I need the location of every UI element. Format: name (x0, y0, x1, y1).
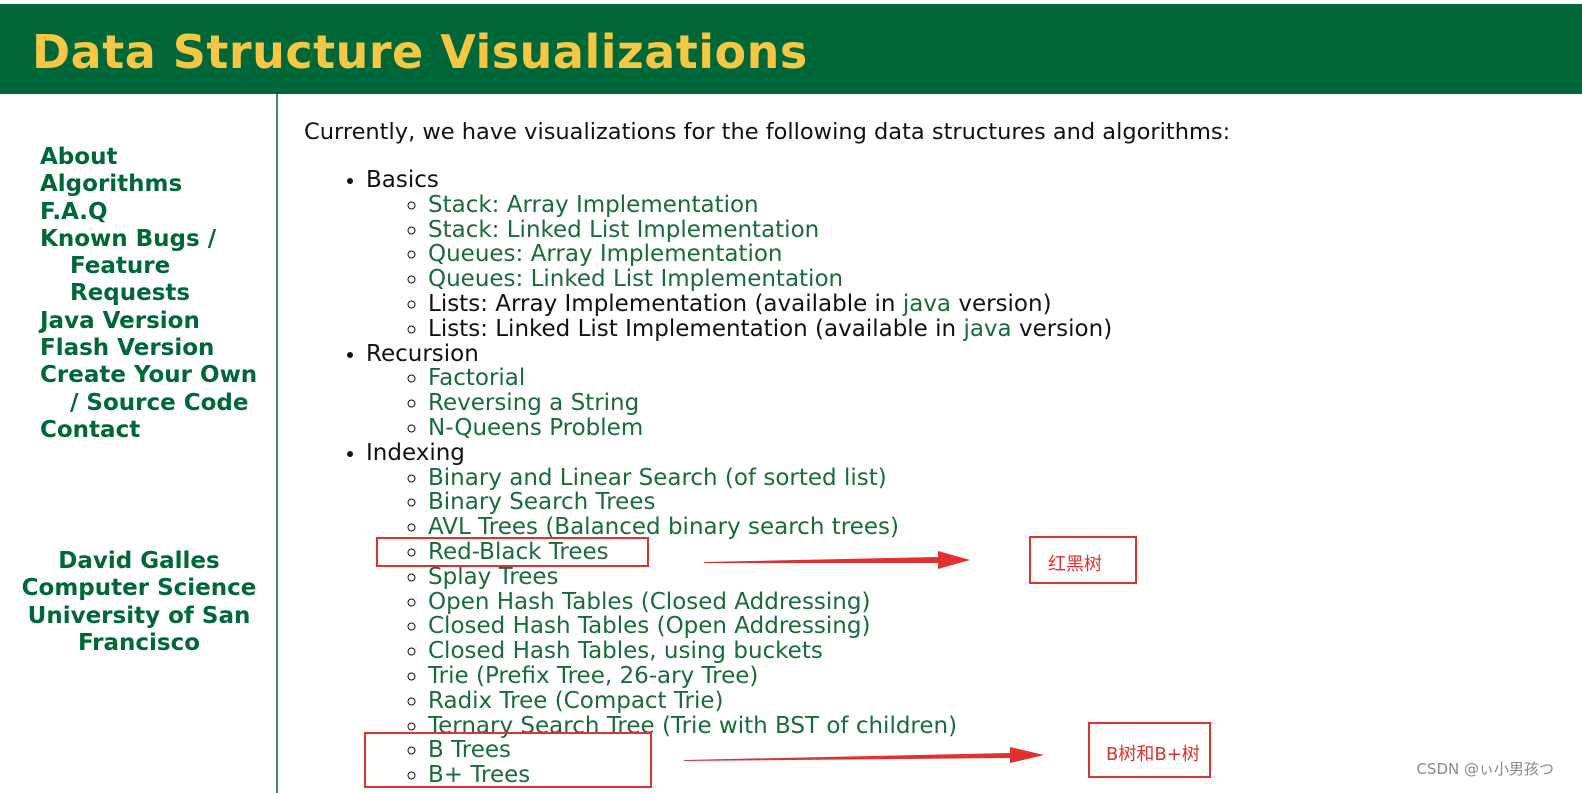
sidebar-item-flash-version[interactable]: Flash Version (40, 335, 270, 362)
link-bst[interactable]: Binary Search Trees (428, 489, 655, 515)
list-item[interactable]: Queues: Array Implementation (428, 242, 1112, 267)
list-item[interactable]: Stack: Linked List Implementation (428, 217, 1112, 243)
sidebar-item-algorithms[interactable]: Algorithms (40, 171, 270, 198)
link-stack-array[interactable]: Stack: Array Implementation (428, 192, 759, 218)
link-trie[interactable]: Trie (Prefix Tree, 26-ary Tree) (428, 663, 758, 689)
java-link[interactable]: java (903, 291, 951, 317)
annotation-box-red-black: 红黑树 (1029, 536, 1137, 584)
link-closed-hash-buckets[interactable]: Closed Hash Tables, using buckets (428, 638, 823, 664)
sidebar-item-contact[interactable]: Contact (40, 417, 270, 444)
recursion-list: Factorial Reversing a String N-Queens Pr… (366, 366, 1112, 440)
watermark: CSDN @ぃ小男孩つ (1416, 760, 1554, 778)
list-item[interactable]: Closed Hash Tables, using buckets (428, 639, 1112, 664)
category-list: Basics Stack: Array Implementation Stack… (304, 168, 1112, 788)
list-item[interactable]: Stack: Array Implementation (428, 192, 1112, 218)
highlight-box-b-trees (364, 732, 652, 788)
link-radix-tree[interactable]: Radix Tree (Compact Trie) (428, 688, 724, 714)
list-item[interactable]: Queues: Linked List Implementation (428, 267, 1112, 292)
author-info: David Galles Computer Science University… (0, 548, 278, 657)
sidebar-item-create-your-own[interactable]: Create Your Own / Source Code (40, 362, 270, 417)
link-splay[interactable]: Splay Trees (428, 564, 559, 590)
link-binary-linear-search[interactable]: Binary and Linear Search (of sorted list… (428, 465, 887, 491)
sidebar-nav: About Algorithms F.A.Q Known Bugs / Feat… (40, 144, 270, 444)
sidebar-item-about[interactable]: About (40, 144, 270, 171)
sidebar-item-known-bugs[interactable]: Known Bugs / Feature Requests (40, 226, 270, 308)
java-link[interactable]: java (963, 316, 1011, 342)
arrow-icon (684, 747, 1044, 763)
link-queue-linked[interactable]: Queues: Linked List Implementation (428, 266, 843, 292)
page-title: Data Structure Visualizations (32, 25, 808, 79)
list-item[interactable]: N-Queens Problem (428, 416, 1112, 441)
link-n-queens[interactable]: N-Queens Problem (428, 415, 643, 441)
sidebar-item-java-version[interactable]: Java Version (40, 308, 270, 335)
list-item[interactable]: Closed Hash Tables (Open Addressing) (428, 614, 1112, 639)
list-item: Lists: Array Implementation (available i… (428, 292, 1112, 317)
highlight-box-red-black (376, 537, 649, 567)
annotation-box-b-trees: B树和B+树 (1088, 722, 1211, 778)
annotation-label-red-black: 红黑树 (1048, 554, 1102, 575)
category-recursion: Recursion Factorial Reversing a String N… (366, 341, 1112, 441)
author-univ-2: Francisco (77, 629, 201, 656)
category-basics: Basics Stack: Array Implementation Stack… (366, 168, 1112, 342)
list-item[interactable]: Binary and Linear Search (of sorted list… (428, 465, 1112, 491)
link-reverse-string[interactable]: Reversing a String (428, 390, 639, 416)
link-closed-hash[interactable]: Closed Hash Tables (Open Addressing) (428, 613, 870, 639)
link-queue-array[interactable]: Queues: Array Implementation (428, 241, 783, 267)
author-univ-1: University of San (27, 602, 251, 629)
intro-text: Currently, we have visualizations for th… (304, 119, 1231, 145)
link-stack-linked[interactable]: Stack: Linked List Implementation (428, 217, 819, 243)
list-item[interactable]: Binary Search Trees (428, 490, 1112, 515)
link-factorial[interactable]: Factorial (428, 365, 525, 391)
list-item[interactable]: Radix Tree (Compact Trie) (428, 688, 1112, 714)
annotation-label-b-trees: B树和B+树 (1106, 744, 1200, 765)
sidebar-item-faq[interactable]: F.A.Q (40, 199, 270, 226)
author-dept: Computer Science (21, 575, 257, 602)
list-item[interactable]: Trie (Prefix Tree, 26-ary Tree) (428, 664, 1112, 689)
page-header: Data Structure Visualizations (0, 4, 1582, 94)
link-open-hash[interactable]: Open Hash Tables (Closed Addressing) (428, 589, 870, 615)
list-item[interactable]: Open Hash Tables (Closed Addressing) (428, 589, 1112, 615)
list-item[interactable]: Factorial (428, 366, 1112, 391)
list-item[interactable]: Reversing a String (428, 391, 1112, 416)
basics-list: Stack: Array Implementation Stack: Linke… (366, 192, 1112, 342)
list-item: Lists: Linked List Implementation (avail… (428, 316, 1112, 342)
arrow-icon (704, 551, 970, 569)
sidebar: About Algorithms F.A.Q Known Bugs / Feat… (0, 94, 278, 793)
author-name: David Galles (58, 548, 220, 574)
